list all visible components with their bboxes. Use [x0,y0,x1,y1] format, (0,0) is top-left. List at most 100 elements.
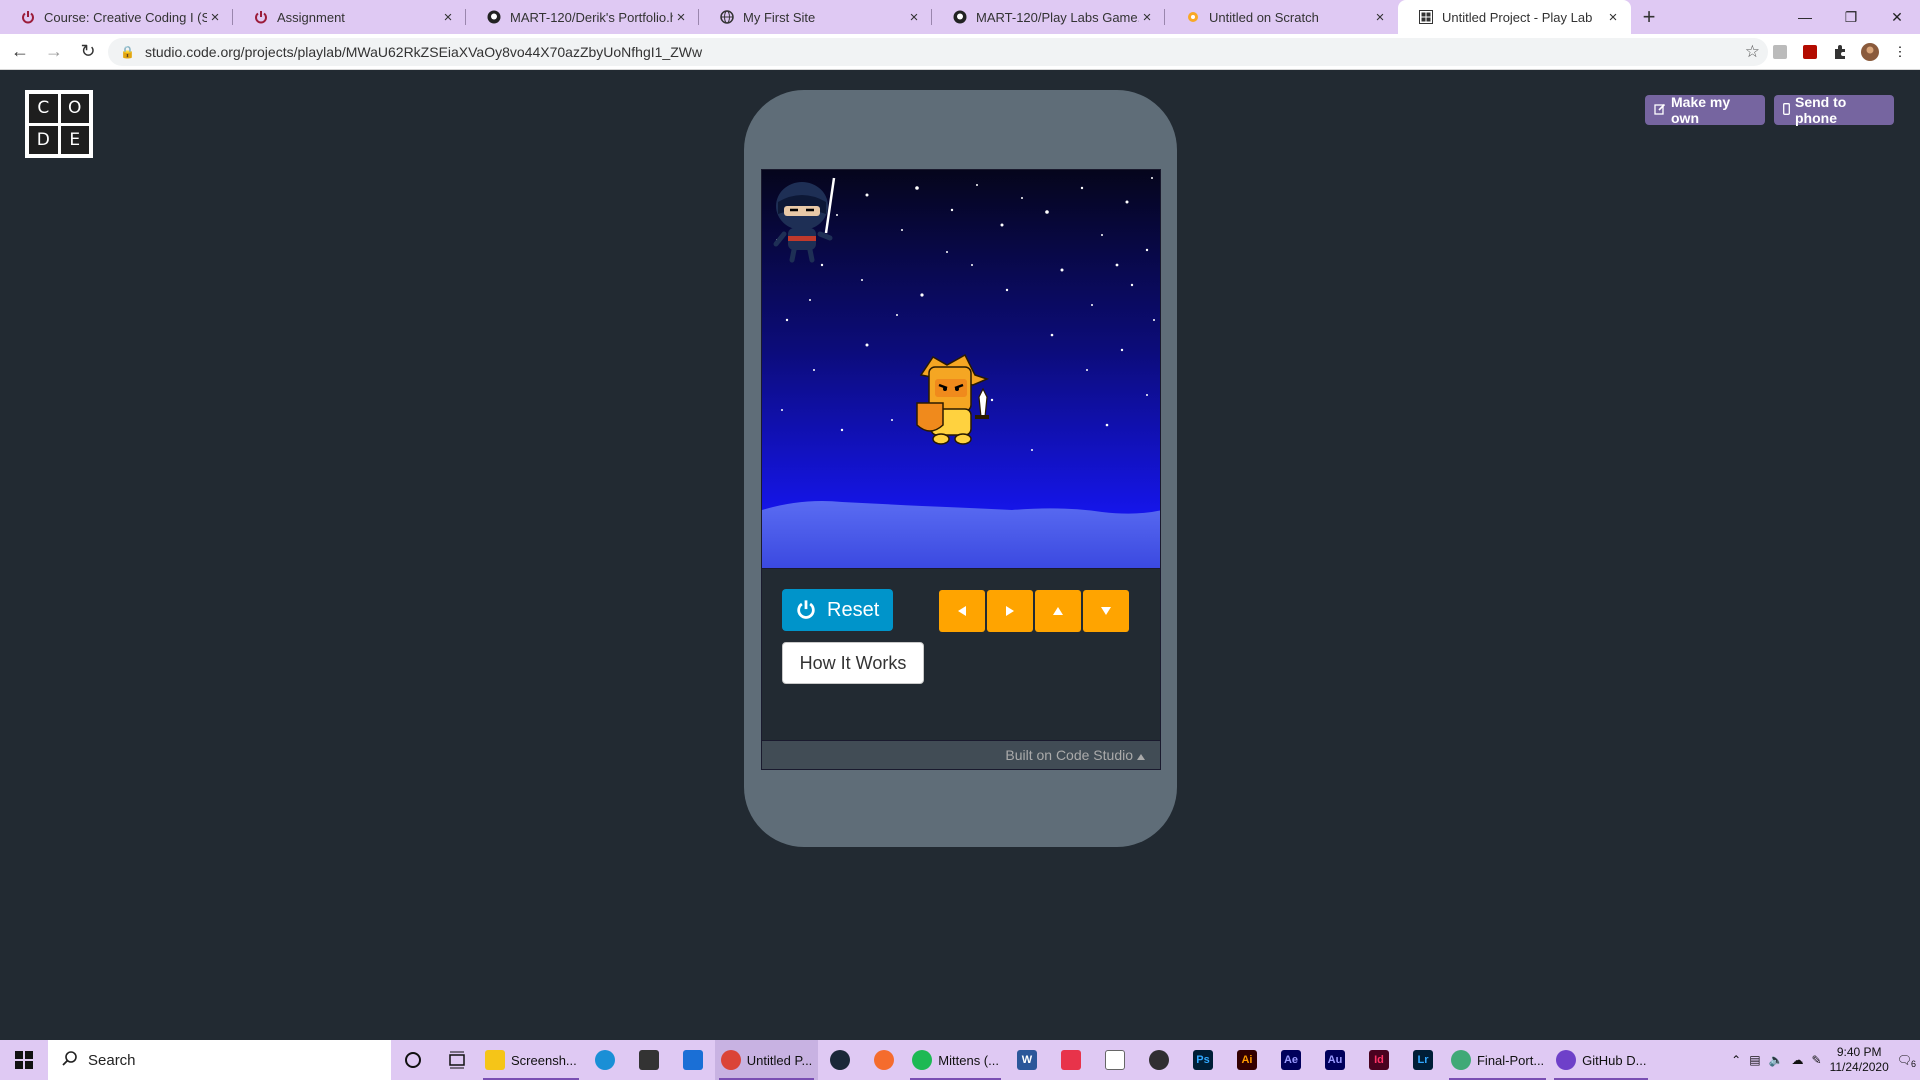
url-field[interactable]: 🔒 studio.code.org/projects/playlab/MWaU6… [108,38,1768,66]
minimize-icon[interactable]: — [1782,0,1828,34]
word-icon: W [1016,1050,1037,1070]
send-to-phone-button[interactable]: Send to phone [1774,94,1894,126]
tab-course[interactable]: Course: Creative Coding I (Sect: 5 × [0,0,233,34]
tab-assignment[interactable]: Assignment × [233,0,466,34]
taskbar-app-after-effects[interactable]: Ae [1269,1040,1313,1080]
taskbar-app-spotify[interactable]: Mittens (... [906,1040,1005,1080]
up-arrow-icon [1053,607,1063,615]
profile-avatar[interactable] [1860,42,1880,62]
taskbar-app-store[interactable] [627,1040,671,1080]
logo-letter: C [29,94,58,123]
taskbar-app-photoshop[interactable]: Ps [1181,1040,1225,1080]
taskbar-app-edge[interactable] [583,1040,627,1080]
photoshop-icon: Ps [1192,1050,1213,1070]
pen-icon[interactable]: ✎ [1812,1053,1822,1067]
down-arrow-button[interactable] [1083,590,1129,632]
built-on-code-studio-link[interactable]: Built on Code Studio [761,740,1161,770]
code-org-logo[interactable]: C O D E [25,90,93,158]
taskbar-app-obs[interactable] [1137,1040,1181,1080]
arrow-controls [939,590,1129,632]
logo-letter: D [29,125,58,154]
forward-icon[interactable]: → [40,38,68,66]
taskbar-app-label: Mittens (... [938,1052,999,1068]
onedrive-icon[interactable]: ☁ [1792,1053,1804,1067]
taskbar-app-word[interactable]: W [1005,1040,1049,1080]
how-it-works-button[interactable]: How It Works [782,642,924,684]
right-arrow-icon [1006,606,1014,616]
search-placeholder: Search [88,1051,136,1069]
taskbar-app-illustrator[interactable]: Ai [1225,1040,1269,1080]
tab-title: My First Site [743,9,816,25]
taskbar-app-notes[interactable] [1093,1040,1137,1080]
tab-first-site[interactable]: My First Site × [699,0,932,34]
task-view-button[interactable] [435,1040,479,1080]
bookmark-star-icon[interactable]: ☆ [1745,42,1760,62]
extensions-area: ⋮ [1770,42,1910,62]
tab-scratch[interactable]: Untitled on Scratch × [1165,0,1398,34]
taskbar-app-steam[interactable] [818,1040,862,1080]
clock-time: 9:40 PM [1836,1045,1882,1059]
volume-icon[interactable]: 🔈 [1769,1053,1784,1067]
cortana-button[interactable] [391,1040,435,1080]
taskbar-app-creative-cloud[interactable] [1049,1040,1093,1080]
back-icon[interactable]: ← [6,38,34,66]
close-icon[interactable]: × [440,9,456,26]
taskbar-app-file-explorer[interactable]: Screensh... [479,1040,583,1080]
reload-icon[interactable]: ↻ [74,38,102,66]
taskbar-app-origin[interactable] [862,1040,906,1080]
reset-button[interactable]: Reset [782,589,893,631]
notification-center-icon[interactable]: 🗨 6 [1897,1053,1916,1069]
close-icon[interactable]: × [1605,9,1621,26]
taskbar-app-audition[interactable]: Au [1313,1040,1357,1080]
logo-letter: E [60,125,89,154]
close-icon[interactable]: × [906,9,922,26]
taskbar-app-chrome[interactable]: Untitled P... [714,1040,819,1080]
taskbar-app-lightroom[interactable]: Lr [1401,1040,1445,1080]
power-icon [253,9,269,25]
game-canvas[interactable] [761,169,1161,569]
tab-play-labs-game[interactable]: MART-120/Play Labs Game.txt at × [932,0,1165,34]
file-explorer-icon [485,1050,505,1070]
search-icon [62,1050,78,1070]
taskbar-app-indesign[interactable]: Id [1357,1040,1401,1080]
puzzle-icon[interactable] [1830,42,1850,62]
illustrator-icon: Ai [1236,1050,1257,1070]
taskbar-search-input[interactable]: Search [48,1040,391,1080]
obs-icon [1148,1050,1169,1070]
close-icon[interactable]: × [207,9,223,26]
tab-portfolio[interactable]: MART-120/Derik's Portfolio.html × [466,0,699,34]
restore-icon[interactable]: ❐ [1828,0,1874,34]
github-icon [486,9,502,25]
left-arrow-icon [958,606,966,616]
new-tab-button[interactable]: + [1631,0,1667,34]
make-my-own-button[interactable]: Make my own [1645,94,1765,126]
windows-start-button[interactable] [0,1040,48,1080]
close-icon[interactable]: × [1372,9,1388,26]
left-arrow-button[interactable] [939,590,985,632]
tab-play-lab[interactable]: Untitled Project - Play Lab × [1398,0,1631,34]
taskbar-app-atom[interactable]: Final-Port... [1445,1040,1550,1080]
window-controls: — ❐ ✕ [1782,0,1920,34]
close-icon[interactable]: × [1139,9,1155,26]
extension-icon[interactable] [1770,42,1790,62]
steam-icon [830,1050,851,1070]
right-arrow-button[interactable] [987,590,1033,632]
edit-icon [1654,102,1666,118]
system-tray: ⌃ ▤ 🔈 ☁ ✎ 9:40 PM 11/24/2020 🗨 6 [1731,1040,1920,1080]
atom-icon [1450,1050,1471,1070]
address-bar: ← → ↻ 🔒 studio.code.org/projects/playlab… [0,34,1920,70]
taskbar-app-github-desktop[interactable]: GitHub D... [1550,1040,1652,1080]
taskbar-app-mail[interactable] [671,1040,715,1080]
mail-icon [682,1050,703,1070]
clock[interactable]: 9:40 PM 11/24/2020 [1830,1045,1889,1075]
close-window-icon[interactable]: ✕ [1874,0,1920,34]
chevron-up-icon[interactable]: ⌃ [1731,1053,1741,1067]
up-arrow-button[interactable] [1035,590,1081,632]
lightroom-icon: Lr [1412,1050,1433,1070]
lock-icon: 🔒 [120,45,135,59]
network-icon[interactable]: ▤ [1749,1053,1760,1067]
close-icon[interactable]: × [673,9,689,26]
acrobat-icon[interactable] [1800,42,1820,62]
chrome-icon [720,1050,741,1070]
menu-icon[interactable]: ⋮ [1890,42,1910,62]
